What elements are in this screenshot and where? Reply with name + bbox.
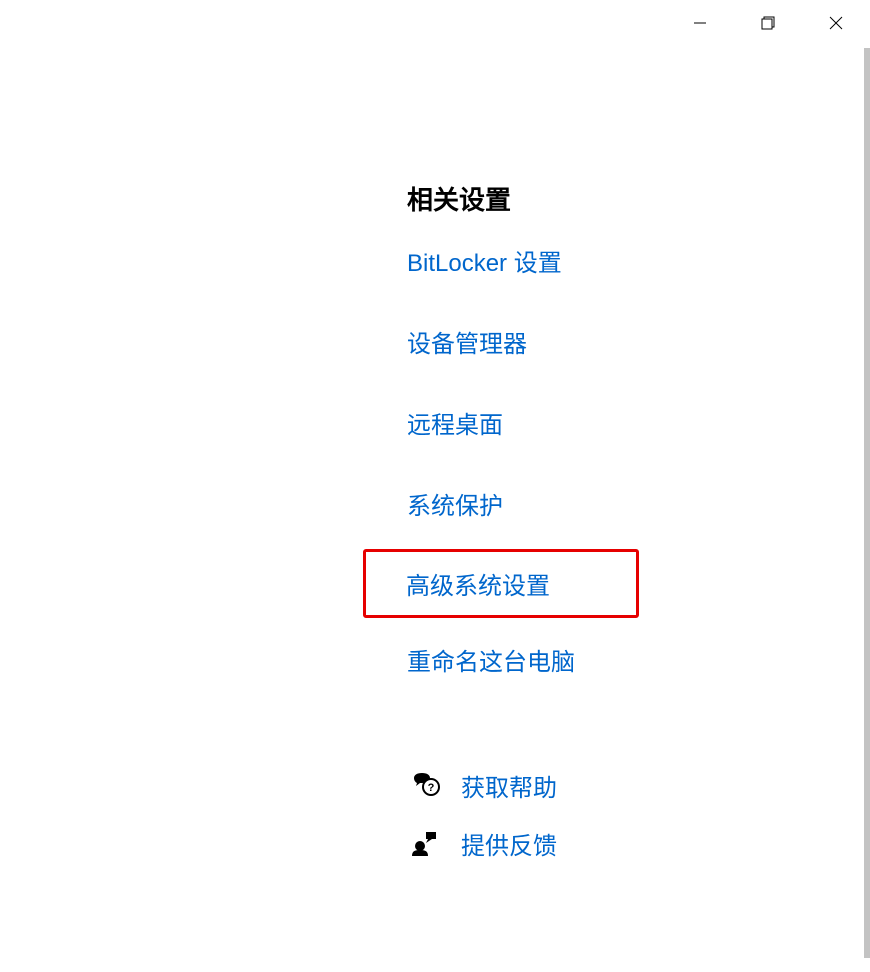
link-remote-desktop[interactable]: 远程桌面 xyxy=(407,403,827,442)
help-section: ? 获取帮助 提供反馈 xyxy=(407,767,827,861)
link-bitlocker[interactable]: BitLocker 设置 xyxy=(407,241,827,280)
maximize-icon xyxy=(761,16,775,30)
close-icon xyxy=(829,16,843,30)
get-help-item[interactable]: ? 获取帮助 xyxy=(407,767,827,803)
minimize-button[interactable] xyxy=(666,0,734,46)
settings-link-list: BitLocker 设置 设备管理器 远程桌面 系统保护 高级系统设置 重命名这… xyxy=(407,241,827,721)
link-advanced-system-settings[interactable]: 高级系统设置 xyxy=(406,571,550,602)
svg-text:?: ? xyxy=(428,782,435,794)
link-system-protection[interactable]: 系统保护 xyxy=(407,484,827,523)
feedback-item[interactable]: 提供反馈 xyxy=(407,825,827,861)
chat-help-icon: ? xyxy=(407,767,443,803)
related-settings-section: 相关设置 BitLocker 设置 设备管理器 远程桌面 系统保护 高级系统设置… xyxy=(407,180,827,883)
scrollbar[interactable] xyxy=(864,48,870,958)
highlighted-link-container: 高级系统设置 xyxy=(363,549,639,618)
minimize-icon xyxy=(693,16,707,30)
get-help-link[interactable]: 获取帮助 xyxy=(461,768,557,803)
feedback-link[interactable]: 提供反馈 xyxy=(461,826,557,861)
close-button[interactable] xyxy=(802,0,870,46)
feedback-icon xyxy=(407,825,443,861)
window-controls xyxy=(666,0,870,46)
link-rename-pc[interactable]: 重命名这台电脑 xyxy=(407,640,827,679)
maximize-button[interactable] xyxy=(734,0,802,46)
link-device-manager[interactable]: 设备管理器 xyxy=(407,322,827,361)
section-title: 相关设置 xyxy=(407,180,827,217)
